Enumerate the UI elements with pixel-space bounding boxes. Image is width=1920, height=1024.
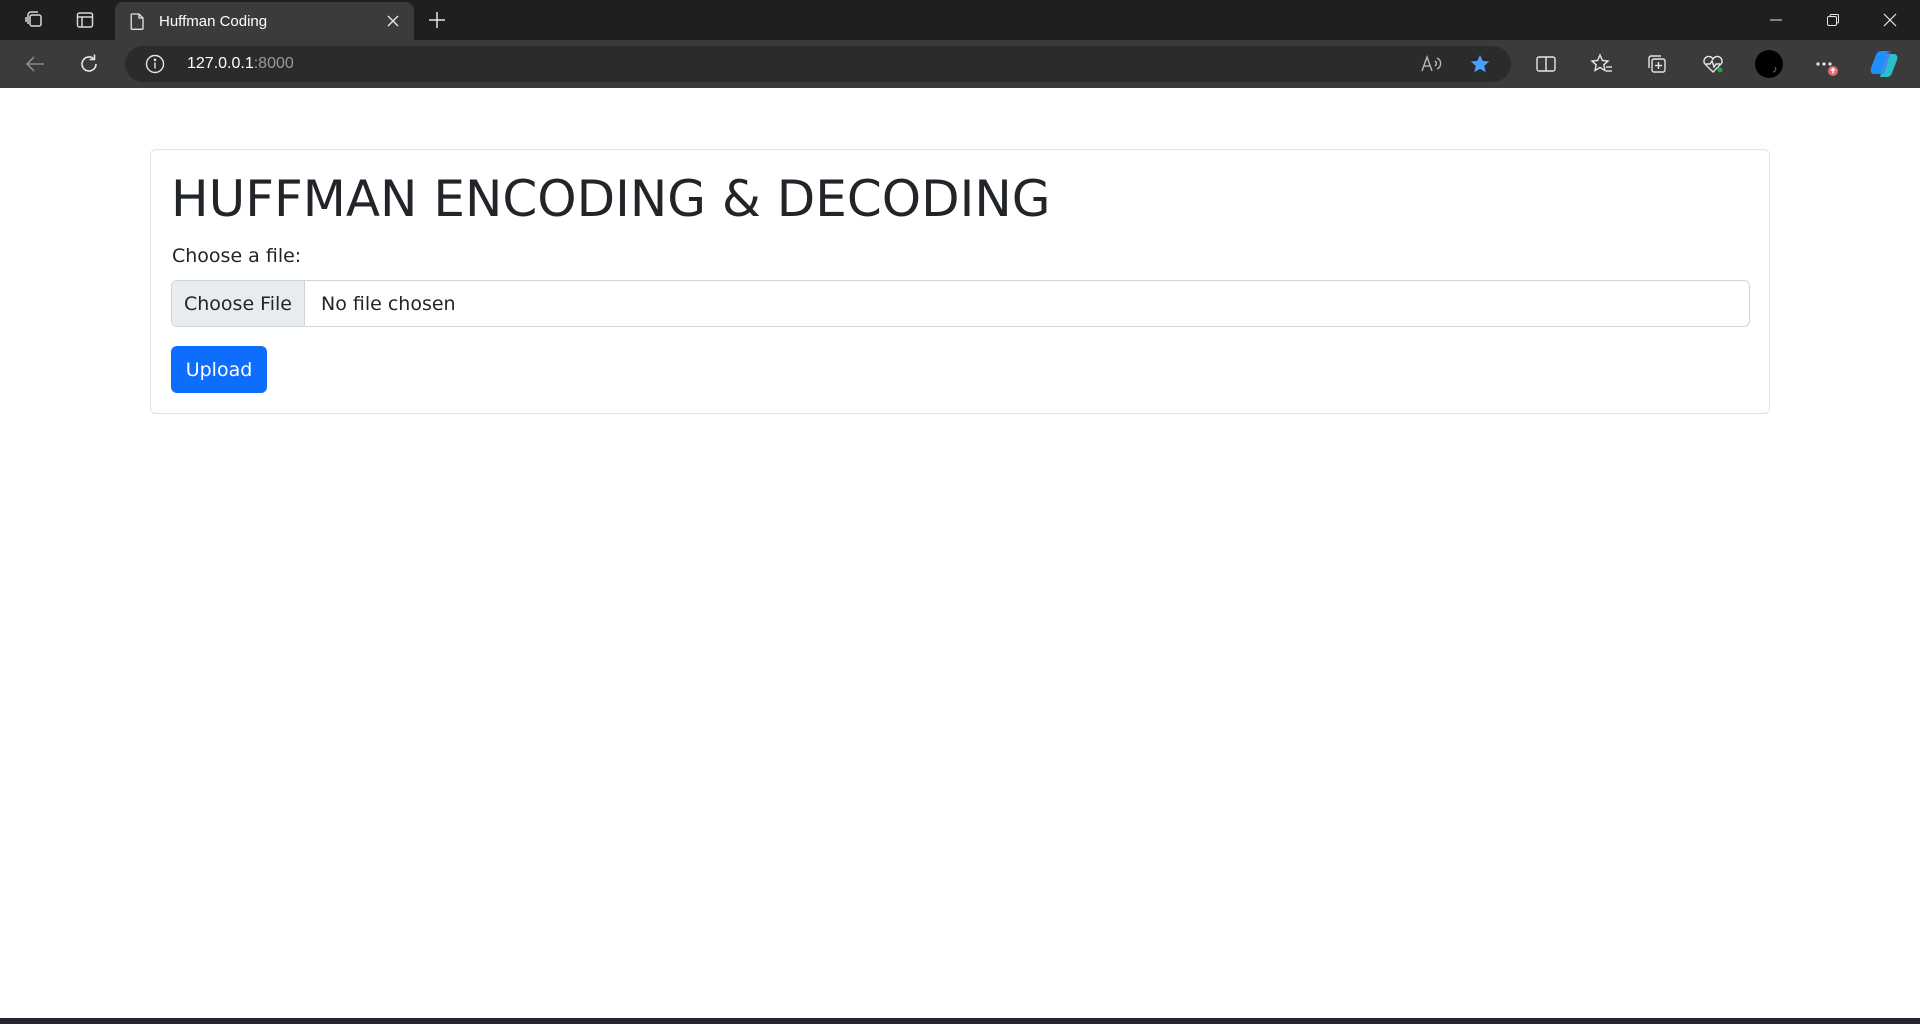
- url-port: :8000: [253, 55, 294, 72]
- back-icon[interactable]: [15, 44, 55, 84]
- choose-file-button[interactable]: Choose File: [172, 281, 305, 326]
- favorite-star-icon[interactable]: [1466, 50, 1494, 78]
- file-status-text: No file chosen: [321, 292, 456, 315]
- taskbar-edge: [0, 1018, 1920, 1024]
- more-options-icon[interactable]: [1806, 44, 1846, 84]
- close-tab-icon[interactable]: [378, 6, 408, 36]
- url-text[interactable]: 127.0.0.1:8000: [187, 55, 294, 73]
- file-label: Choose a file:: [172, 245, 302, 267]
- active-tab[interactable]: Huffman Coding: [115, 2, 414, 40]
- read-aloud-icon[interactable]: [1417, 50, 1445, 78]
- close-window-icon[interactable]: [1862, 0, 1918, 40]
- collections-icon[interactable]: [1637, 44, 1677, 84]
- tab-title: Huffman Coding: [159, 12, 268, 30]
- browser-toolbar: 127.0.0.1:8000: [0, 40, 1920, 88]
- url-host: 127.0.0.1: [187, 55, 254, 72]
- browser-essentials-icon[interactable]: [1693, 44, 1733, 84]
- file-input[interactable]: Choose File No file chosen: [171, 280, 1750, 327]
- upload-card: HUFFMAN ENCODING & DECODING Choose a fil…: [150, 149, 1770, 414]
- minimize-icon[interactable]: [1748, 0, 1804, 40]
- restore-icon[interactable]: [1805, 0, 1861, 40]
- new-tab-icon[interactable]: [420, 0, 454, 40]
- page-title: HUFFMAN ENCODING & DECODING: [171, 170, 1051, 228]
- address-bar[interactable]: 127.0.0.1:8000: [125, 46, 1511, 82]
- refresh-icon[interactable]: [69, 44, 109, 84]
- page-content: HUFFMAN ENCODING & DECODING Choose a fil…: [0, 88, 1920, 1018]
- title-bar: Huffman Coding: [0, 0, 1920, 40]
- profile-avatar[interactable]: [1749, 44, 1789, 84]
- tab-actions-icon[interactable]: [65, 0, 105, 40]
- split-screen-icon[interactable]: [1526, 44, 1566, 84]
- upload-button[interactable]: Upload: [171, 346, 267, 393]
- copilot-icon[interactable]: [1864, 44, 1904, 84]
- favorites-icon[interactable]: [1582, 44, 1622, 84]
- document-icon: [129, 12, 145, 30]
- info-icon[interactable]: [145, 54, 165, 74]
- workspaces-icon[interactable]: [14, 0, 54, 40]
